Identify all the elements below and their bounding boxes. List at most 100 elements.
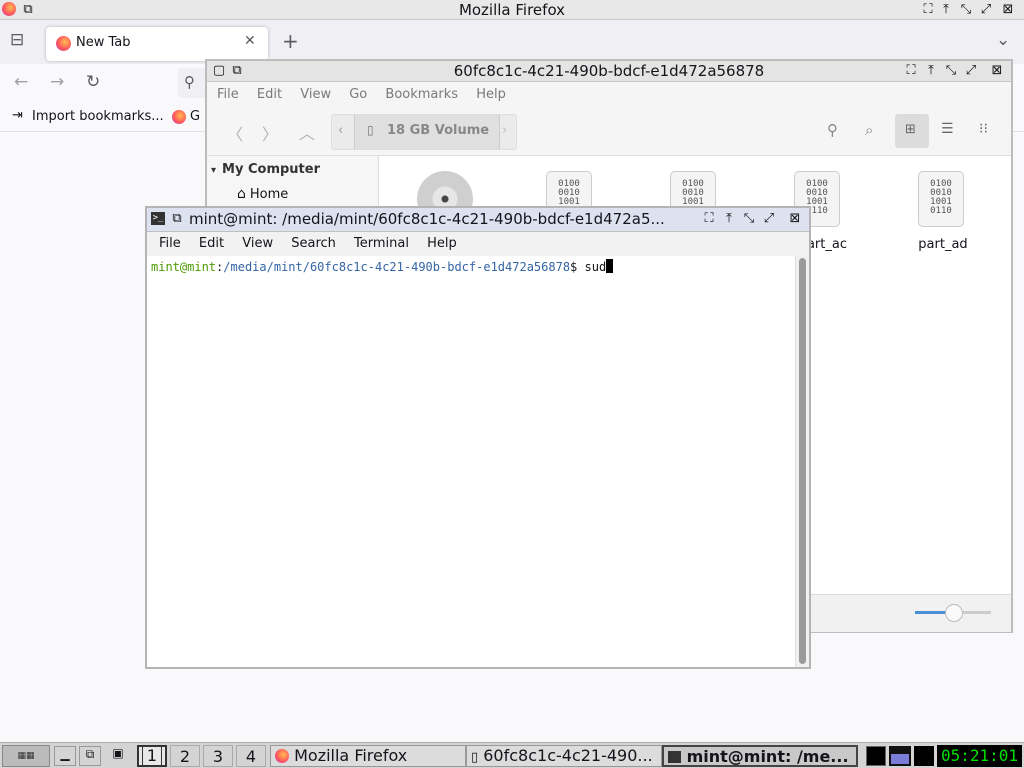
terminal-titlebar[interactable]: >_ ⧉ mint@mint: /media/mint/60fc8c1c-4c2… xyxy=(147,208,809,232)
scrollbar-thumb[interactable] xyxy=(799,258,806,664)
menu-help[interactable]: Help xyxy=(427,236,457,251)
close-icon[interactable]: ⊠ xyxy=(989,63,1005,79)
path-segment-volume[interactable]: ▯ 18 GB Volume xyxy=(354,115,500,149)
file-item-disc[interactable] xyxy=(415,169,475,227)
show-desktop-icon[interactable]: ▁ xyxy=(54,746,76,766)
path-right-chevron-icon[interactable]: › xyxy=(502,123,507,138)
iconify-icon[interactable]: ⤡ xyxy=(958,2,974,18)
sidebar-item-home[interactable]: ⌂ Home xyxy=(237,186,288,202)
binary-file-icon[interactable]: 0100001010010110 xyxy=(918,171,964,227)
menu-edit[interactable]: Edit xyxy=(257,87,282,102)
taskbar-window-firefox[interactable]: Mozilla Firefox xyxy=(270,745,466,767)
firefox-window-title: Mozilla Firefox xyxy=(458,1,566,19)
prompt-path: /media/mint/60fc8c1c-4c21-490b-bdcf-e1d4… xyxy=(223,260,571,274)
firefox-titlebar[interactable]: ⧉ Mozilla Firefox ⛶ ⤒ ⤡ ⤢ ⊠ xyxy=(0,0,1024,20)
fullscreen-icon[interactable]: ⛶ xyxy=(903,63,919,79)
menu-file[interactable]: File xyxy=(217,87,239,102)
menu-view[interactable]: View xyxy=(300,87,331,102)
tray-network-icon[interactable] xyxy=(889,746,911,766)
tab-new-tab[interactable]: New Tab ✕ xyxy=(46,27,268,61)
menu-search[interactable]: Search xyxy=(291,236,336,251)
firefox-icon xyxy=(56,36,71,51)
workspace-2[interactable]: 2 xyxy=(170,745,200,767)
menu-help[interactable]: Help xyxy=(476,87,506,102)
list-view-icon[interactable]: ☰ xyxy=(941,121,954,137)
home-icon: ⌂ xyxy=(237,186,246,202)
close-tab-icon[interactable]: ✕ xyxy=(244,33,256,49)
menu-terminal[interactable]: Terminal xyxy=(354,236,409,251)
workspace-1[interactable]: 1 xyxy=(137,745,167,767)
fullscreen-icon[interactable]: ⛶ xyxy=(920,2,936,18)
location-pin-icon[interactable]: ⚲ xyxy=(827,121,838,139)
taskbar-window-label: Mozilla Firefox xyxy=(294,746,408,765)
zoom-slider-fill xyxy=(915,611,949,614)
raise-icon[interactable]: ⤒ xyxy=(923,63,939,79)
menu-view[interactable]: View xyxy=(242,236,273,251)
iconify-icon[interactable]: ⤡ xyxy=(943,63,959,79)
terminal-output[interactable]: mint@mint:/media/mint/60fc8c1c-4c21-490b… xyxy=(147,256,795,667)
import-bookmarks-icon: ⇥ xyxy=(12,108,23,123)
new-tab-icon[interactable]: + xyxy=(282,29,299,53)
close-icon[interactable]: ⊠ xyxy=(787,211,803,227)
fullscreen-icon[interactable]: ⛶ xyxy=(701,211,717,227)
terminal-scrollbar[interactable] xyxy=(795,256,809,667)
menu-file[interactable]: File xyxy=(159,236,181,251)
sidebar-section-label: ▾ My Computer xyxy=(211,162,320,177)
import-bookmarks-link[interactable]: Import bookmarks... xyxy=(32,109,164,124)
maximize-icon[interactable]: ⤢ xyxy=(978,2,994,18)
file-manager-titlebar[interactable]: ▢ ⧉ 60fc8c1c-4c21-490b-bdcf-e1d472a56878… xyxy=(207,61,1011,82)
terminal-launcher-icon[interactable]: ▣ xyxy=(105,746,131,766)
window-restore-icon[interactable]: ⧉ xyxy=(169,211,185,227)
raise-icon[interactable]: ⤒ xyxy=(721,211,737,227)
start-menu-icon[interactable]: ▦▦ xyxy=(2,745,50,767)
close-icon[interactable]: ⊠ xyxy=(1000,2,1016,18)
taskbar-window-terminal[interactable]: mint@mint: /me... xyxy=(662,745,858,767)
raise-icon[interactable]: ⤒ xyxy=(938,2,954,18)
back-arrow-icon[interactable]: ← xyxy=(14,72,28,92)
search-icon[interactable]: ⌕ xyxy=(865,121,873,139)
file-manager-title: 60fc8c1c-4c21-490b-bdcf-e1d472a56878 xyxy=(453,62,765,80)
workspace-3[interactable]: 3 xyxy=(203,745,233,767)
workspace-4[interactable]: 4 xyxy=(236,745,266,767)
menu-bookmarks[interactable]: Bookmarks xyxy=(385,87,458,102)
maximize-icon[interactable]: ⤢ xyxy=(963,63,979,79)
window-list-icon[interactable]: ⧉ xyxy=(79,746,101,766)
forward-arrow-icon[interactable]: → xyxy=(50,72,64,92)
path-segment-label: 18 GB Volume xyxy=(387,123,490,138)
file-manager-menubar: File Edit View Go Bookmarks Help xyxy=(207,82,1011,108)
reload-icon[interactable]: ↻ xyxy=(86,72,100,92)
zoom-slider-handle[interactable] xyxy=(945,604,963,622)
terminal-window: >_ ⧉ mint@mint: /media/mint/60fc8c1c-4c2… xyxy=(145,206,811,669)
menu-go[interactable]: Go xyxy=(349,87,367,102)
taskbar-window-label: 60fc8c1c-4c21-490... xyxy=(483,746,653,765)
iconify-icon[interactable]: ⤡ xyxy=(741,211,757,227)
status-bar xyxy=(809,594,1011,632)
prompt-symbol: $ xyxy=(570,260,578,274)
path-bar: ‹ ▯ 18 GB Volume › xyxy=(331,114,517,150)
taskbar-window-file-manager[interactable]: ▯ 60fc8c1c-4c21-490... xyxy=(466,745,662,767)
bookmark-link[interactable]: G xyxy=(190,109,200,124)
back-icon[interactable]: 〈 xyxy=(227,121,243,145)
tray-monitor-icon[interactable] xyxy=(914,746,934,766)
workspace-label: 4 xyxy=(245,747,257,766)
terminal-title: mint@mint: /media/mint/60fc8c1c-4c21-490… xyxy=(189,210,665,228)
path-left-chevron-icon[interactable]: ‹ xyxy=(338,123,343,138)
maximize-icon[interactable]: ⤢ xyxy=(761,211,777,227)
taskbar: ▦▦ ▁ ⧉ ▣ 1 2 3 4 Mozilla Firefox ▯ 60fc8… xyxy=(0,742,1024,768)
workspace-label: 2 xyxy=(179,747,191,766)
icon-view-button[interactable]: ⊞ xyxy=(895,114,929,148)
firefox-view-icon[interactable]: ⊟ xyxy=(10,30,24,50)
tab-list-chevron-down-icon[interactable]: ⌄ xyxy=(996,30,1010,50)
terminal-menubar: File Edit View Search Terminal Help xyxy=(147,232,809,256)
tray-terminal-icon[interactable] xyxy=(866,746,886,766)
up-icon[interactable]: ︿ xyxy=(299,120,315,144)
compact-view-icon[interactable]: ⁝⁝ xyxy=(979,121,988,137)
sidebar-section-title: My Computer xyxy=(222,162,320,177)
forward-icon[interactable]: 〉 xyxy=(262,121,278,145)
command-input[interactable]: sud xyxy=(585,260,607,274)
menu-edit[interactable]: Edit xyxy=(199,236,224,251)
grid-icon: ⊞ xyxy=(905,122,916,137)
zoom-slider[interactable] xyxy=(915,604,991,622)
taskbar-window-label: mint@mint: /me... xyxy=(686,747,849,766)
firefox-icon xyxy=(275,749,289,763)
